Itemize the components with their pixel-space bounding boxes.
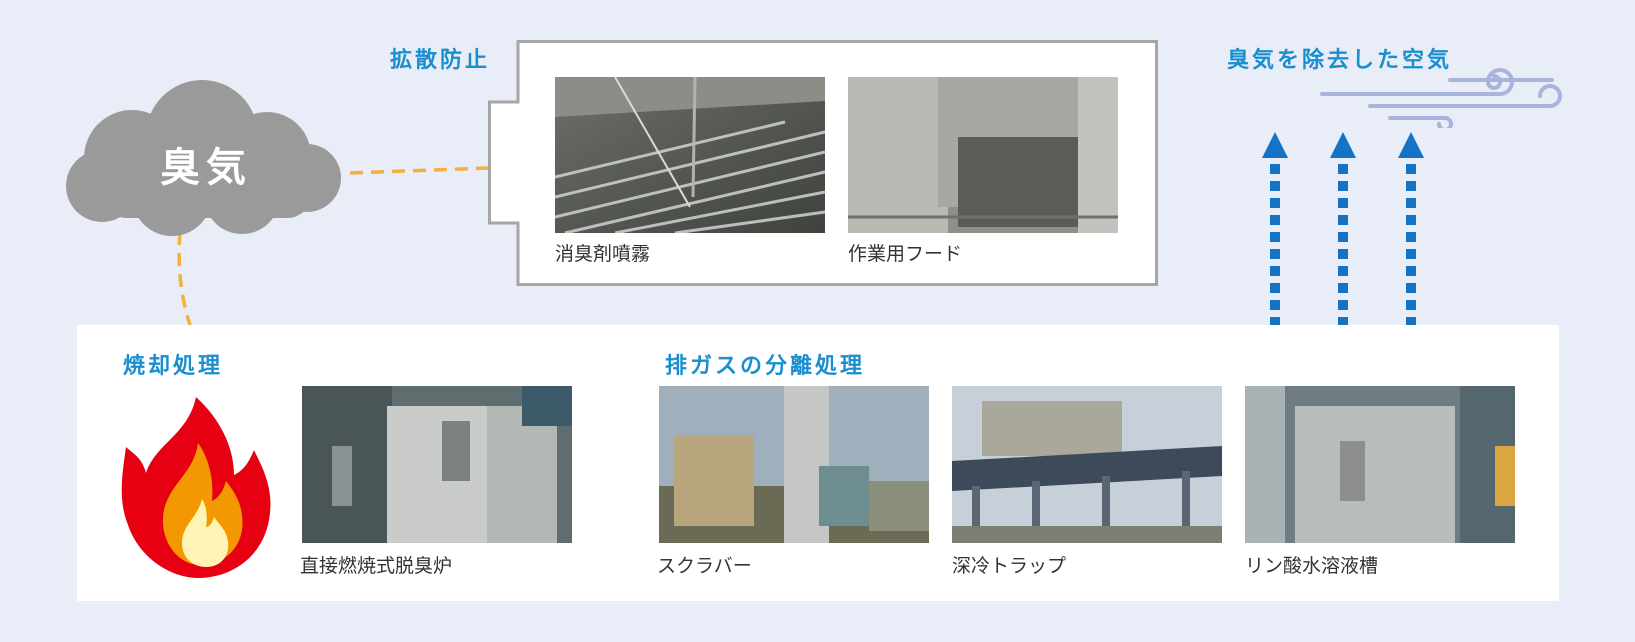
- odor-label: 臭気: [160, 145, 252, 191]
- caption-deodorant-spray: 消臭剤噴霧: [555, 243, 651, 265]
- photo-deodorant-spray: [555, 77, 825, 233]
- separation-title: 排ガスの分離処理: [665, 354, 866, 379]
- caption-scrubber: スクラバー: [657, 555, 752, 577]
- prevention-title: 拡散防止: [390, 48, 491, 73]
- photo-work-hood: [848, 77, 1118, 233]
- fire-icon: [121, 397, 271, 578]
- wind-icon: [1320, 68, 1562, 128]
- photo-phosphoric-acid-tank: [1245, 386, 1515, 543]
- photo-direct-combustion-furnace: [302, 386, 572, 543]
- caption-work-hood: 作業用フード: [848, 243, 963, 265]
- incineration-title: 焼却処理: [123, 354, 224, 379]
- caption-cryogenic-trap: 深冷トラップ: [952, 555, 1067, 577]
- caption-direct-combustion-furnace: 直接燃焼式脱臭炉: [300, 555, 453, 577]
- up-arrow-icon: [1262, 132, 1424, 330]
- photo-scrubber: [659, 386, 929, 543]
- connector-cloud-to-prevention: [349, 166, 489, 175]
- connector-cloud-to-incineration: [177, 231, 192, 326]
- photo-cryogenic-trap: [952, 386, 1222, 543]
- caption-phosphoric-acid-tank: リン酸水溶液槽: [1245, 555, 1379, 577]
